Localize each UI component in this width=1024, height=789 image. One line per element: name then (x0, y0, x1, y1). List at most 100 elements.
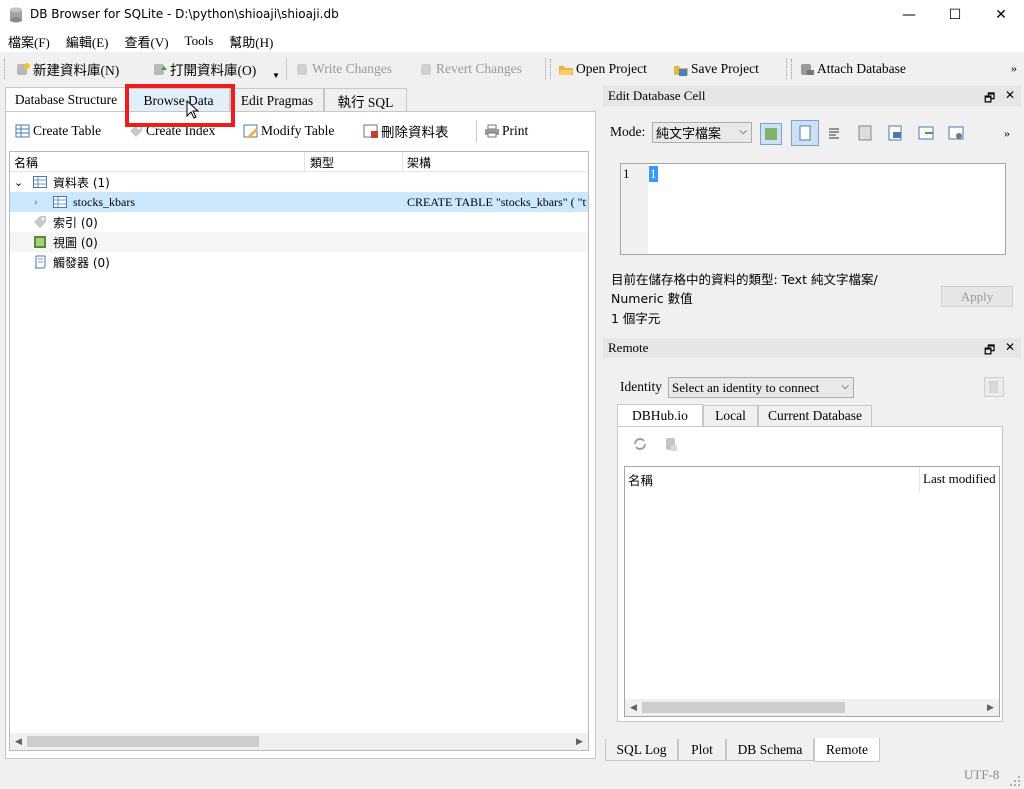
toolbar-separator (545, 58, 546, 80)
printer-icon (485, 124, 499, 138)
revert-changes-icon (421, 64, 431, 75)
set-null-icon[interactable] (917, 124, 935, 142)
status-bar (0, 762, 1024, 789)
action-separator (476, 120, 477, 142)
open-database-button[interactable]: 打開資料庫(O) (152, 59, 256, 79)
edit-cell-dock-title: Edit Database Cell (603, 86, 1021, 106)
create-table-label: Create Table (33, 123, 102, 138)
new-database-icon (17, 63, 30, 75)
column-header-name[interactable]: 名稱 (14, 152, 304, 172)
scroll-left-icon[interactable]: ◀ (625, 699, 642, 716)
scroll-right-icon[interactable]: ▶ (982, 699, 999, 716)
dock-float-icon[interactable]: 🗗 (984, 341, 995, 362)
toolbar-separator (786, 58, 787, 80)
scrollbar-thumb[interactable] (642, 702, 845, 713)
expand-chevron-icon[interactable]: › (34, 192, 38, 212)
apply-button[interactable]: Apply (941, 286, 1013, 307)
tab-local[interactable]: Local (703, 405, 758, 426)
database-app-icon (10, 7, 22, 23)
encoding-indicator: UTF-8 (964, 767, 1000, 782)
create-table-button[interactable]: Create Table (15, 121, 101, 141)
tab-edit-pragmas[interactable]: Edit Pragmas (230, 88, 324, 112)
edit-cell-overflow-button[interactable]: » (1004, 126, 1010, 141)
save-project-button[interactable]: Save Project (673, 59, 759, 79)
remote-database-list[interactable] (624, 466, 1000, 717)
tree-label-tables: 資料表 (1) (53, 175, 110, 190)
cell-value-editor[interactable] (620, 163, 1006, 255)
toolbar-overflow-button[interactable]: » (1011, 61, 1017, 76)
open-project-button[interactable]: Open Project (558, 59, 647, 79)
mode-label: Mode: (610, 124, 646, 139)
view-icon (34, 236, 46, 248)
open-dropdown-arrow-icon[interactable]: ▼ (272, 71, 280, 80)
tree-label-views: 視圖 (0) (53, 235, 98, 250)
dock-close-icon[interactable]: ✕ (1005, 340, 1015, 354)
tab-execute-sql[interactable]: 執行 SQL (324, 88, 407, 112)
evaluate-icon[interactable] (947, 124, 965, 142)
auto-switch-mode-icon[interactable] (760, 123, 782, 145)
resize-grip-icon[interactable] (1009, 775, 1021, 787)
remote-column-name[interactable]: 名稱 (628, 470, 653, 489)
open-project-label: Open Project (576, 61, 647, 76)
tab-sql-log[interactable]: SQL Log (605, 739, 678, 761)
tab-db-schema[interactable]: DB Schema (726, 739, 814, 761)
menu-file[interactable]: 檔案(F) (0, 32, 58, 51)
scrollbar-thumb[interactable] (27, 736, 259, 747)
maximize-button[interactable]: ☐ (932, 0, 978, 30)
revert-changes-button[interactable]: Revert Changes (418, 59, 522, 79)
open-database-icon (154, 64, 167, 75)
write-changes-button[interactable]: Write Changes (294, 59, 392, 79)
save-project-label: Save Project (691, 61, 759, 76)
identity-select[interactable]: Select an identity to connect ⌵ (668, 377, 854, 398)
print-button[interactable]: Print (484, 121, 528, 141)
import-icon[interactable] (857, 124, 875, 142)
word-wrap-icon[interactable] (827, 126, 841, 140)
toolbar-separator (286, 58, 287, 80)
column-header-type[interactable]: 類型 (310, 152, 400, 172)
chevron-down-icon: ⌵ (841, 381, 849, 392)
title-bar: DB Browser for SQLite - D:\python\shioaj… (0, 0, 1024, 30)
menu-help[interactable]: 幫助(H) (221, 32, 281, 51)
toolbar-grip[interactable] (550, 59, 553, 79)
modify-table-label: Modify Table (261, 123, 335, 138)
open-database-label: 打開資料庫(O) (170, 63, 257, 78)
attach-database-label: Attach Database (817, 61, 906, 76)
menu-bar: 檔案(F) 編輯(E) 查看(V) Tools 幫助(H) (0, 30, 1024, 52)
clone-database-icon[interactable] (663, 436, 679, 452)
minimize-button[interactable]: — (886, 0, 932, 30)
scroll-right-icon[interactable]: ▶ (571, 733, 588, 750)
tab-database-structure[interactable]: Database Structure (5, 87, 127, 112)
collapse-chevron-icon[interactable]: ⌄ (14, 172, 23, 192)
refresh-icon[interactable] (632, 436, 648, 452)
close-button[interactable]: ✕ (978, 0, 1024, 30)
cell-type-info-line2: Numeric 數值 (611, 291, 693, 306)
toolbar-grip[interactable] (791, 59, 794, 79)
tab-current-database[interactable]: Current Database (758, 405, 872, 426)
tab-dbhub[interactable]: DBHub.io (617, 404, 703, 426)
identity-select-value: Select an identity to connect (672, 379, 820, 395)
dock-float-icon[interactable]: 🗗 (984, 89, 995, 110)
toolbar-grip[interactable] (4, 59, 7, 79)
scroll-left-icon[interactable]: ◀ (10, 733, 27, 750)
new-database-button[interactable]: 新建資料庫(N) (15, 59, 119, 79)
window-title: DB Browser for SQLite - D:\python\shioaj… (30, 7, 339, 21)
identity-settings-icon[interactable] (984, 377, 1004, 397)
menu-tools[interactable]: Tools (177, 33, 222, 49)
delete-table-button[interactable]: 刪除資料表 (363, 121, 449, 141)
export-icon[interactable] (887, 124, 905, 142)
attach-database-button[interactable]: Attach Database (799, 59, 906, 79)
remote-column-last-modified[interactable]: Last modified (923, 471, 999, 487)
tab-plot[interactable]: Plot (678, 739, 726, 761)
table-icon (53, 196, 67, 208)
identity-label: Identity (620, 379, 662, 394)
tab-remote[interactable]: Remote (814, 738, 880, 762)
tree-schema-stocks-kbars: CREATE TABLE "stocks_kbars" ( "ti (407, 194, 587, 209)
text-mode-icon[interactable] (791, 120, 819, 146)
dock-close-icon[interactable]: ✕ (1005, 88, 1015, 102)
tables-folder-icon (33, 176, 47, 188)
column-header-schema[interactable]: 架構 (407, 152, 587, 172)
mode-select[interactable]: 純文字檔案 ⌵ (652, 122, 752, 143)
menu-edit[interactable]: 編輯(E) (58, 32, 117, 51)
modify-table-button[interactable]: Modify Table (243, 121, 334, 141)
menu-view[interactable]: 查看(V) (117, 32, 177, 51)
